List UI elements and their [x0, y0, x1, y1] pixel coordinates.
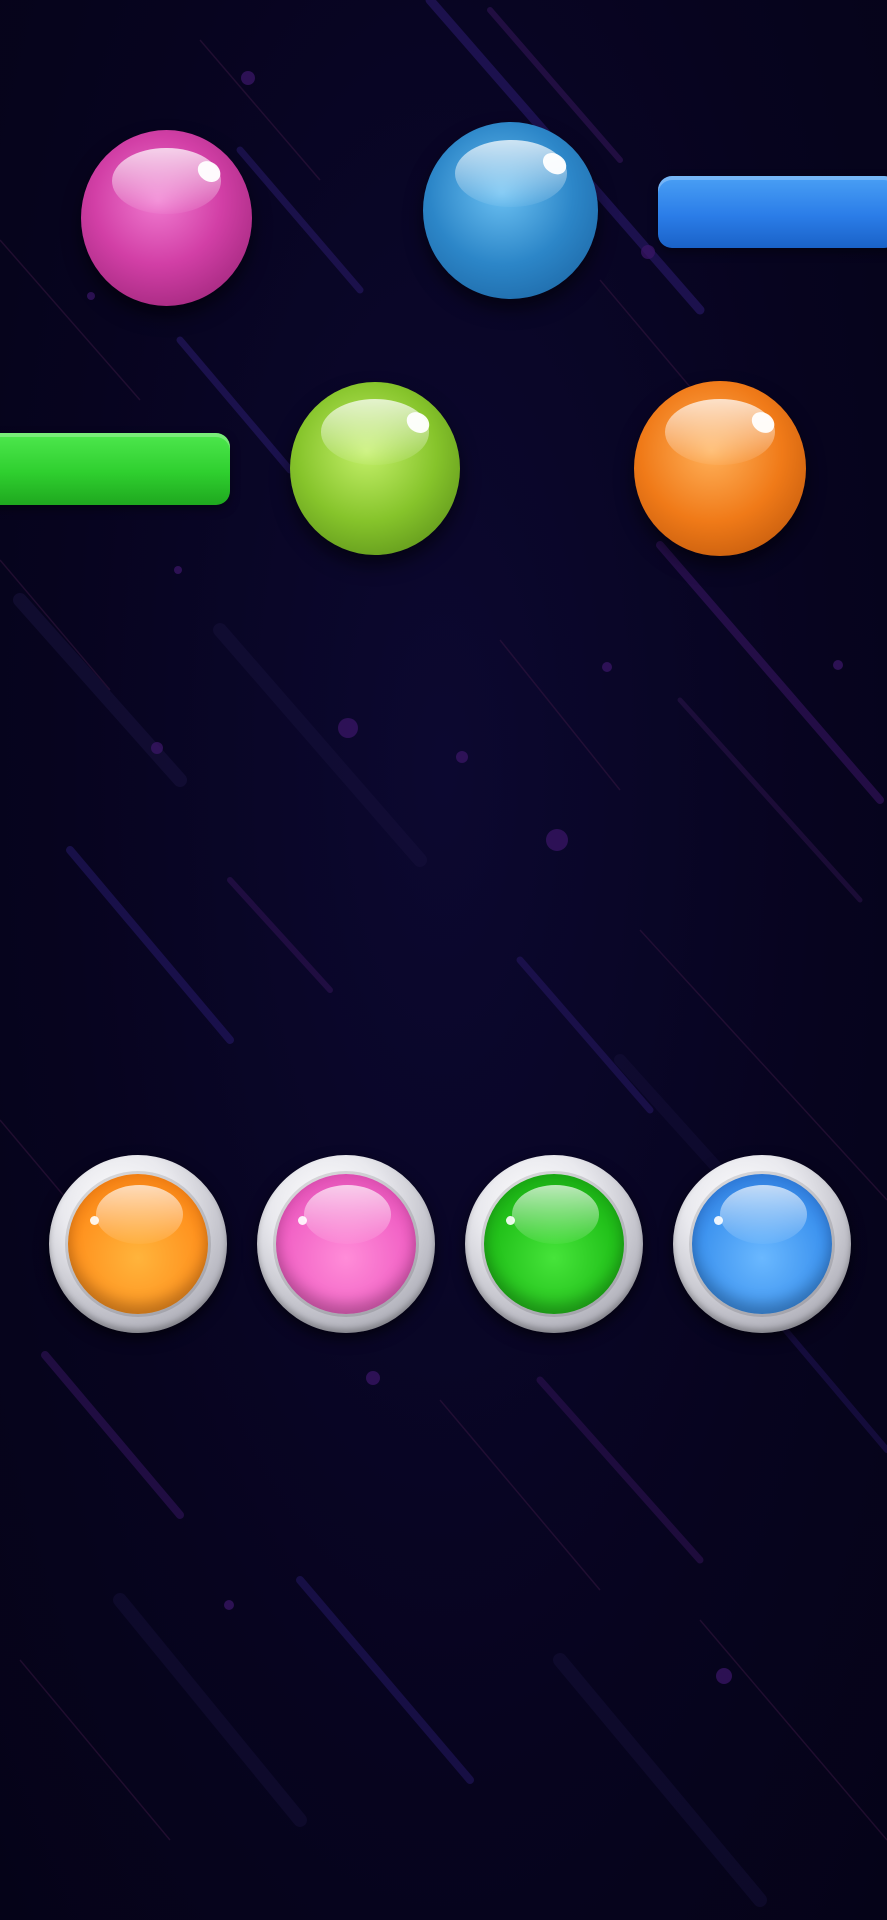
pink-color-button[interactable] [257, 1155, 435, 1333]
green-ball [290, 382, 460, 555]
blue-ball [423, 122, 598, 299]
green-bar [0, 433, 230, 505]
green-color-button[interactable] [465, 1155, 643, 1333]
orange-button-core [68, 1174, 208, 1314]
orange-ball [634, 381, 806, 556]
orange-color-button[interactable] [49, 1155, 227, 1333]
pink-ball [81, 130, 252, 306]
pink-button-core [276, 1174, 416, 1314]
game-stage [0, 0, 887, 1920]
blue-button-core [692, 1174, 832, 1314]
green-button-core [484, 1174, 624, 1314]
blue-color-button[interactable] [673, 1155, 851, 1333]
blue-bar [658, 176, 887, 248]
